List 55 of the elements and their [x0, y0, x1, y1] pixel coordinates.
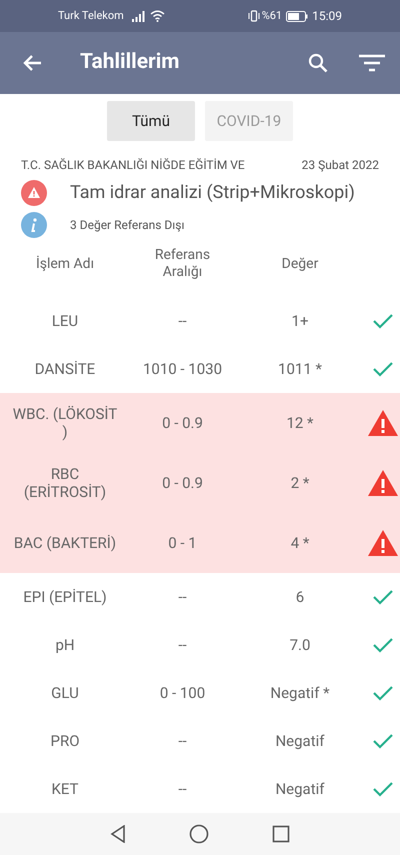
alert-badge: [21, 180, 47, 206]
test-name-cell-text: pH: [54, 636, 76, 654]
battery-percent: %61: [262, 8, 282, 24]
test-name-cell-text: DANSİTE: [34, 360, 96, 378]
test-name: Tam idrar analizi (Strip+Mikroskopi): [70, 181, 355, 205]
filter-tab[interactable]: Tümü: [107, 101, 195, 141]
test-name-cell-text: EPI (EPİTEL): [22, 588, 108, 606]
vibrate-icon: [248, 10, 260, 22]
test-name-cell-text: RBC (ERİTROSİT): [22, 465, 108, 501]
info-badge: [21, 212, 47, 238]
reference-cell-text: 0 - 100: [158, 684, 206, 702]
test-name-cell-text: KET: [50, 780, 80, 798]
reference-cell-text: 0 - 0.9: [161, 414, 204, 432]
reference-cell-text: --: [177, 636, 188, 654]
test-name-cell-text: WBC. (LÖKOSİT ): [12, 405, 118, 441]
value-cell-text: 1011 *: [277, 360, 323, 378]
reference-cell-text: 0 - 0.9: [161, 474, 204, 492]
search-icon: [308, 53, 328, 73]
back-nav-icon[interactable]: [110, 825, 126, 843]
home-nav-icon[interactable]: [189, 824, 209, 844]
carrier-name: Turk Telekom: [58, 8, 124, 24]
search-button[interactable]: [306, 51, 330, 75]
out-of-range-note: 3 Değer Referans Dışı: [70, 217, 184, 234]
signal-icon: [132, 10, 146, 22]
column-header: Değer: [280, 256, 320, 272]
reference-cell-text: 1010 - 1030: [142, 360, 224, 378]
value-cell-text: 1+: [290, 312, 310, 330]
value-cell-text: Negatif *: [269, 684, 331, 702]
value-cell-text: Negatif: [274, 732, 326, 750]
reference-cell-text: 0 - 1: [167, 534, 198, 552]
test-name-cell-text: GLU: [50, 684, 80, 702]
value-cell-text: 4 *: [290, 534, 310, 552]
clock-time: 15:09: [312, 8, 342, 25]
back-arrow-icon: [22, 54, 42, 72]
value-cell-text: 2 *: [290, 474, 310, 492]
value-cell-text: 12 *: [285, 414, 315, 432]
institution-name: T.C. SAĞLIK BAKANLIĞI NİĞDE EĞİTİM VE: [21, 157, 245, 174]
report-date: 23 Şubat 2022: [302, 157, 379, 174]
test-name-cell-text: PRO: [49, 732, 81, 750]
test-name-cell-text: BAC (BAKTERİ): [12, 534, 118, 552]
value-cell-text: 7.0: [288, 636, 312, 654]
recents-nav-icon[interactable]: [272, 825, 290, 843]
reference-cell-text: --: [177, 780, 188, 798]
reference-cell-text: --: [177, 588, 188, 606]
screen-title: Tahlillerim: [80, 49, 180, 76]
reference-cell-text: --: [177, 732, 188, 750]
column-header: İşlem Adı: [34, 256, 96, 272]
value-cell-text: 6: [294, 588, 306, 606]
test-name-cell-text: LEU: [50, 312, 80, 330]
battery-icon: [286, 10, 308, 22]
column-header: Referans Aralığı: [154, 247, 212, 281]
reference-cell-text: --: [177, 312, 188, 330]
wifi-icon: [150, 10, 165, 22]
value-cell-text: Negatif: [274, 780, 326, 798]
filter-icon: [359, 54, 385, 72]
